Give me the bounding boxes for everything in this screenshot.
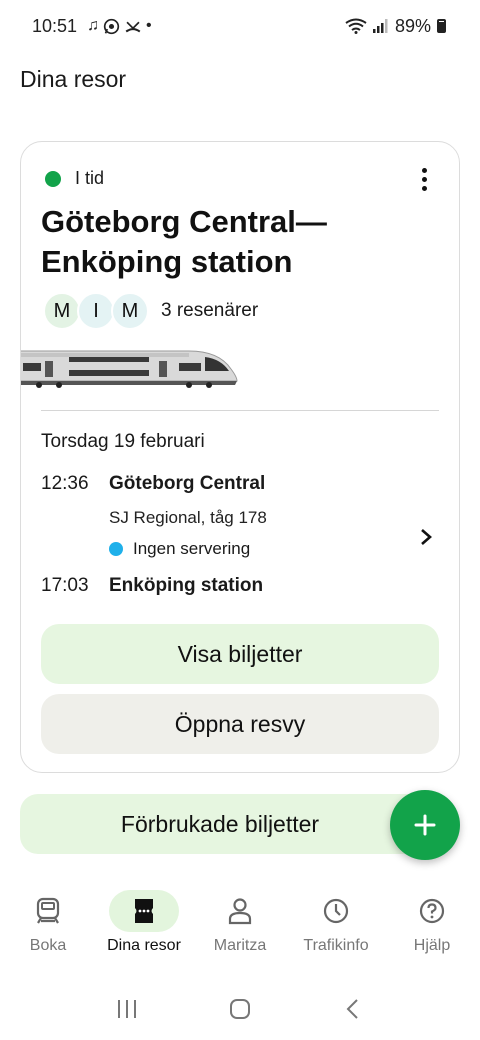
- trip-date: Torsdag 19 februari: [41, 431, 205, 452]
- departure-time: 12:36: [41, 473, 89, 494]
- status-left: 10:51 ♫ •: [32, 16, 152, 37]
- route-title: Göteborg Central—Enköping station: [41, 204, 327, 279]
- nav-item-hjalp[interactable]: Hjälp: [384, 890, 480, 970]
- more-options-button[interactable]: [409, 162, 439, 196]
- service-info: SJ Regional, tåg 178: [109, 508, 267, 527]
- arrival-time: 17:03: [41, 575, 89, 596]
- nav-label-boka: Boka: [29, 937, 67, 954]
- missed-call-icon: [125, 21, 141, 32]
- nav-item-maritza[interactable]: Maritza: [192, 890, 288, 970]
- person-icon: [228, 898, 252, 925]
- status-bar: 10:51 ♫ • 89%: [0, 0, 480, 52]
- traveler-avatar: M: [43, 292, 81, 330]
- battery-level: 89%: [394, 15, 431, 36]
- train-image: [21, 350, 238, 388]
- music-note-icon: ♫: [87, 17, 100, 34]
- plus-icon: [414, 814, 436, 836]
- nav-item-dina-resor[interactable]: Dina resor: [96, 890, 192, 970]
- traveler-avatar: I: [77, 292, 115, 330]
- clock-icon: [323, 898, 349, 924]
- divider: [41, 410, 439, 411]
- used-tickets-button[interactable]: Förbrukade biljetter: [20, 794, 440, 854]
- trip-card[interactable]: I tid Göteborg Central—Enköping station …: [20, 141, 460, 773]
- bottom-nav: Boka Dina resor Maritza Trafikinfo Hjälp: [0, 890, 480, 970]
- nav-label-hjalp: Hjälp: [413, 937, 451, 954]
- chevron-right-icon[interactable]: [419, 528, 433, 546]
- ticket-icon: [135, 899, 153, 923]
- arrival-station: Enköping station: [109, 575, 264, 596]
- signal-icon: [372, 19, 388, 33]
- system-nav: [0, 985, 480, 1033]
- catering-dot-icon: [109, 542, 123, 556]
- trip-status-label: I tid: [75, 168, 105, 188]
- whatsapp-icon: [103, 18, 120, 34]
- notification-dot: •: [146, 17, 152, 34]
- traveler-count: 3 resenärer: [161, 300, 259, 321]
- catering-label: Ingen servering: [133, 539, 251, 558]
- recent-apps-icon[interactable]: [116, 998, 138, 1020]
- nav-item-trafikinfo[interactable]: Trafikinfo: [288, 890, 384, 970]
- trip-status: I tid: [45, 168, 104, 189]
- wifi-icon: [345, 18, 367, 34]
- train-icon: [36, 897, 60, 924]
- page-title: Dina resor: [20, 66, 127, 92]
- show-tickets-button[interactable]: Visa biljetter: [41, 624, 439, 684]
- notification-icons: ♫ •: [87, 17, 152, 35]
- departure-station: Göteborg Central: [109, 473, 266, 494]
- back-icon[interactable]: [342, 998, 364, 1020]
- home-icon[interactable]: [229, 998, 251, 1020]
- clock: 10:51: [32, 15, 78, 36]
- status-dot-icon: [45, 170, 61, 187]
- nav-label-trafikinfo: Trafikinfo: [303, 937, 369, 954]
- battery-icon: [437, 19, 446, 33]
- catering-info: Ingen servering: [109, 539, 250, 559]
- nav-label-dina-resor: Dina resor: [107, 937, 181, 954]
- nav-label-maritza: Maritza: [213, 937, 267, 954]
- more-options-icon: [421, 167, 427, 173]
- traveler-avatar: M: [111, 292, 149, 330]
- nav-item-boka[interactable]: Boka: [0, 890, 96, 970]
- status-right: 89%: [345, 16, 446, 37]
- open-trip-view-button[interactable]: Öppna resvy: [41, 694, 439, 754]
- add-trip-button[interactable]: [390, 790, 460, 860]
- help-icon: [419, 898, 445, 924]
- traveler-row: M I M 3 resenärer: [43, 292, 258, 330]
